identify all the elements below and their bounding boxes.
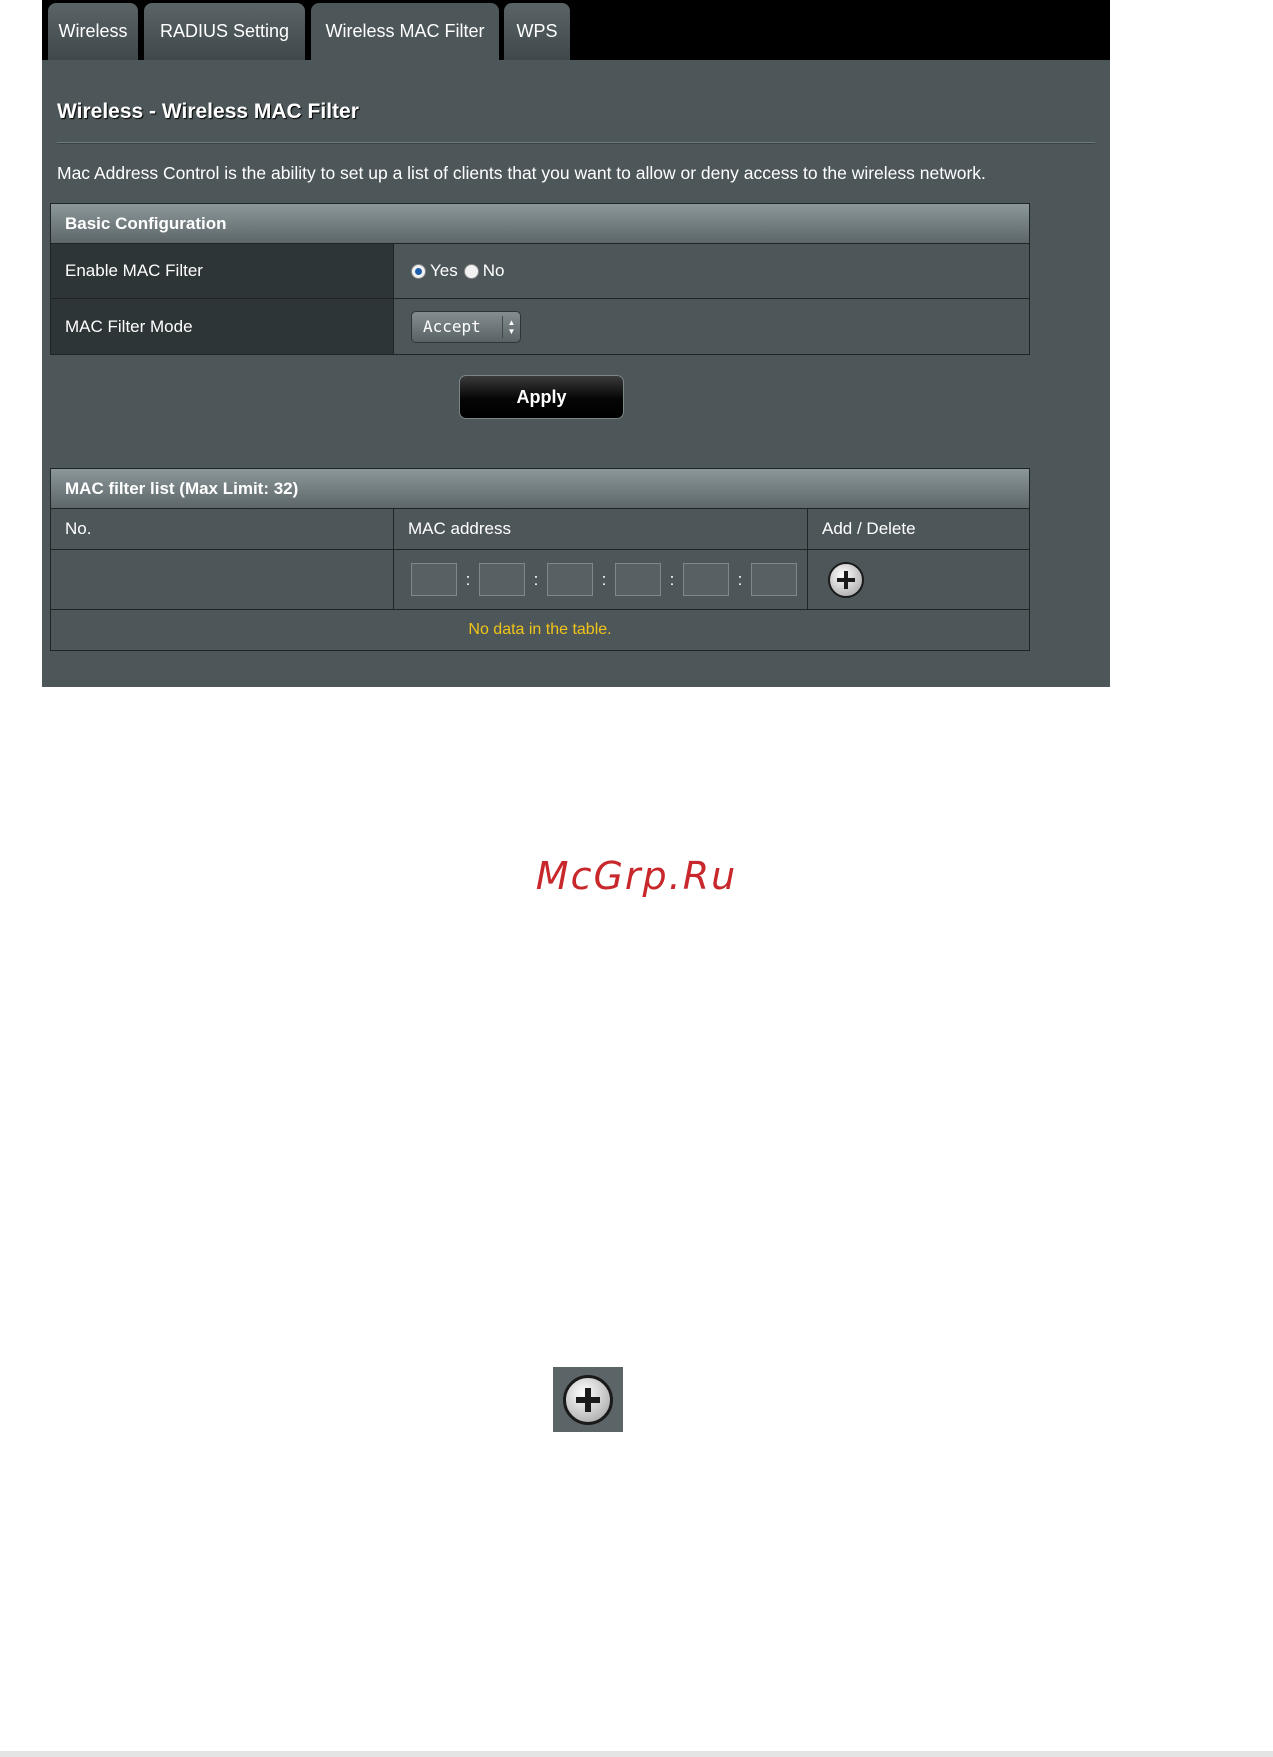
tab-radius-setting[interactable]: RADIUS Setting [144, 3, 305, 60]
updown-arrows-icon: ▲ ▼ [502, 315, 520, 338]
basic-configuration-section: Basic Configuration Enable MAC Filter Ye… [50, 203, 1030, 355]
mac-separator: : [533, 569, 539, 589]
mac-address-inputs: : : : : : [394, 550, 808, 609]
mac-octet-1-input[interactable] [411, 563, 457, 596]
mac-filter-mode-select[interactable]: Accept ▲ ▼ [411, 310, 521, 343]
column-header-add-delete: Add / Delete [822, 519, 916, 538]
mac-filter-list-section: MAC filter list (Max Limit: 32) No. MAC … [50, 468, 1030, 651]
tab-bar: Wireless RADIUS Setting Wireless MAC Fil… [42, 0, 1110, 60]
mac-octet-6-input[interactable] [751, 563, 797, 596]
radio-no-label[interactable]: No [483, 261, 505, 281]
mac-octet-2-input[interactable] [479, 563, 525, 596]
mac-octet-5-input[interactable] [683, 563, 729, 596]
watermark: McGrp.Ru [535, 854, 738, 898]
section-header: MAC filter list (Max Limit: 32) [51, 469, 1029, 509]
table-header-row: No. MAC address Add / Delete [51, 509, 1029, 550]
mac-separator: : [601, 569, 607, 589]
enable-mac-filter-options: Yes No [394, 244, 1029, 298]
enable-mac-filter-label: Enable MAC Filter [51, 244, 394, 298]
add-circle-icon [563, 1374, 613, 1425]
radio-no[interactable] [463, 263, 479, 279]
add-circle-icon[interactable] [828, 561, 864, 598]
section-header: Basic Configuration [51, 204, 1029, 244]
tab-wps[interactable]: WPS [504, 3, 570, 60]
mac-octet-4-input[interactable] [615, 563, 661, 596]
mac-separator: : [737, 569, 743, 589]
router-settings-panel: Wireless RADIUS Setting Wireless MAC Fil… [42, 0, 1110, 687]
column-header-no: No. [51, 509, 394, 549]
tab-wireless-mac-filter[interactable]: Wireless MAC Filter [311, 3, 499, 60]
new-entry-number [51, 550, 394, 609]
add-icon-illustration [553, 1367, 623, 1432]
mac-filter-mode-label: MAC Filter Mode [51, 299, 394, 354]
radio-yes-label[interactable]: Yes [430, 261, 458, 281]
mac-separator: : [669, 569, 675, 589]
mac-octet-3-input[interactable] [547, 563, 593, 596]
empty-table-row: No data in the table. [51, 610, 1029, 650]
mac-filter-mode-row: MAC Filter Mode Accept ▲ ▼ [51, 299, 1029, 354]
radio-yes[interactable] [411, 263, 426, 279]
page-description: Mac Address Control is the ability to se… [57, 163, 986, 183]
page-bottom-divider [0, 1751, 1273, 1757]
new-entry-row: : : : : : [51, 550, 1029, 610]
tab-wireless[interactable]: Wireless [48, 3, 138, 60]
add-delete-cell [808, 550, 1029, 609]
empty-table-message: No data in the table. [51, 610, 1029, 650]
enable-mac-filter-row: Enable MAC Filter Yes No [51, 244, 1029, 299]
mac-filter-mode-cell: Accept ▲ ▼ [394, 299, 1029, 354]
column-header-mac-address: MAC address [394, 509, 808, 549]
apply-button[interactable]: Apply [459, 375, 624, 419]
title-divider [57, 142, 1095, 144]
mac-separator: : [465, 569, 471, 589]
mac-filter-mode-value: Accept [423, 317, 481, 336]
page-title: Wireless - Wireless MAC Filter [57, 100, 359, 123]
